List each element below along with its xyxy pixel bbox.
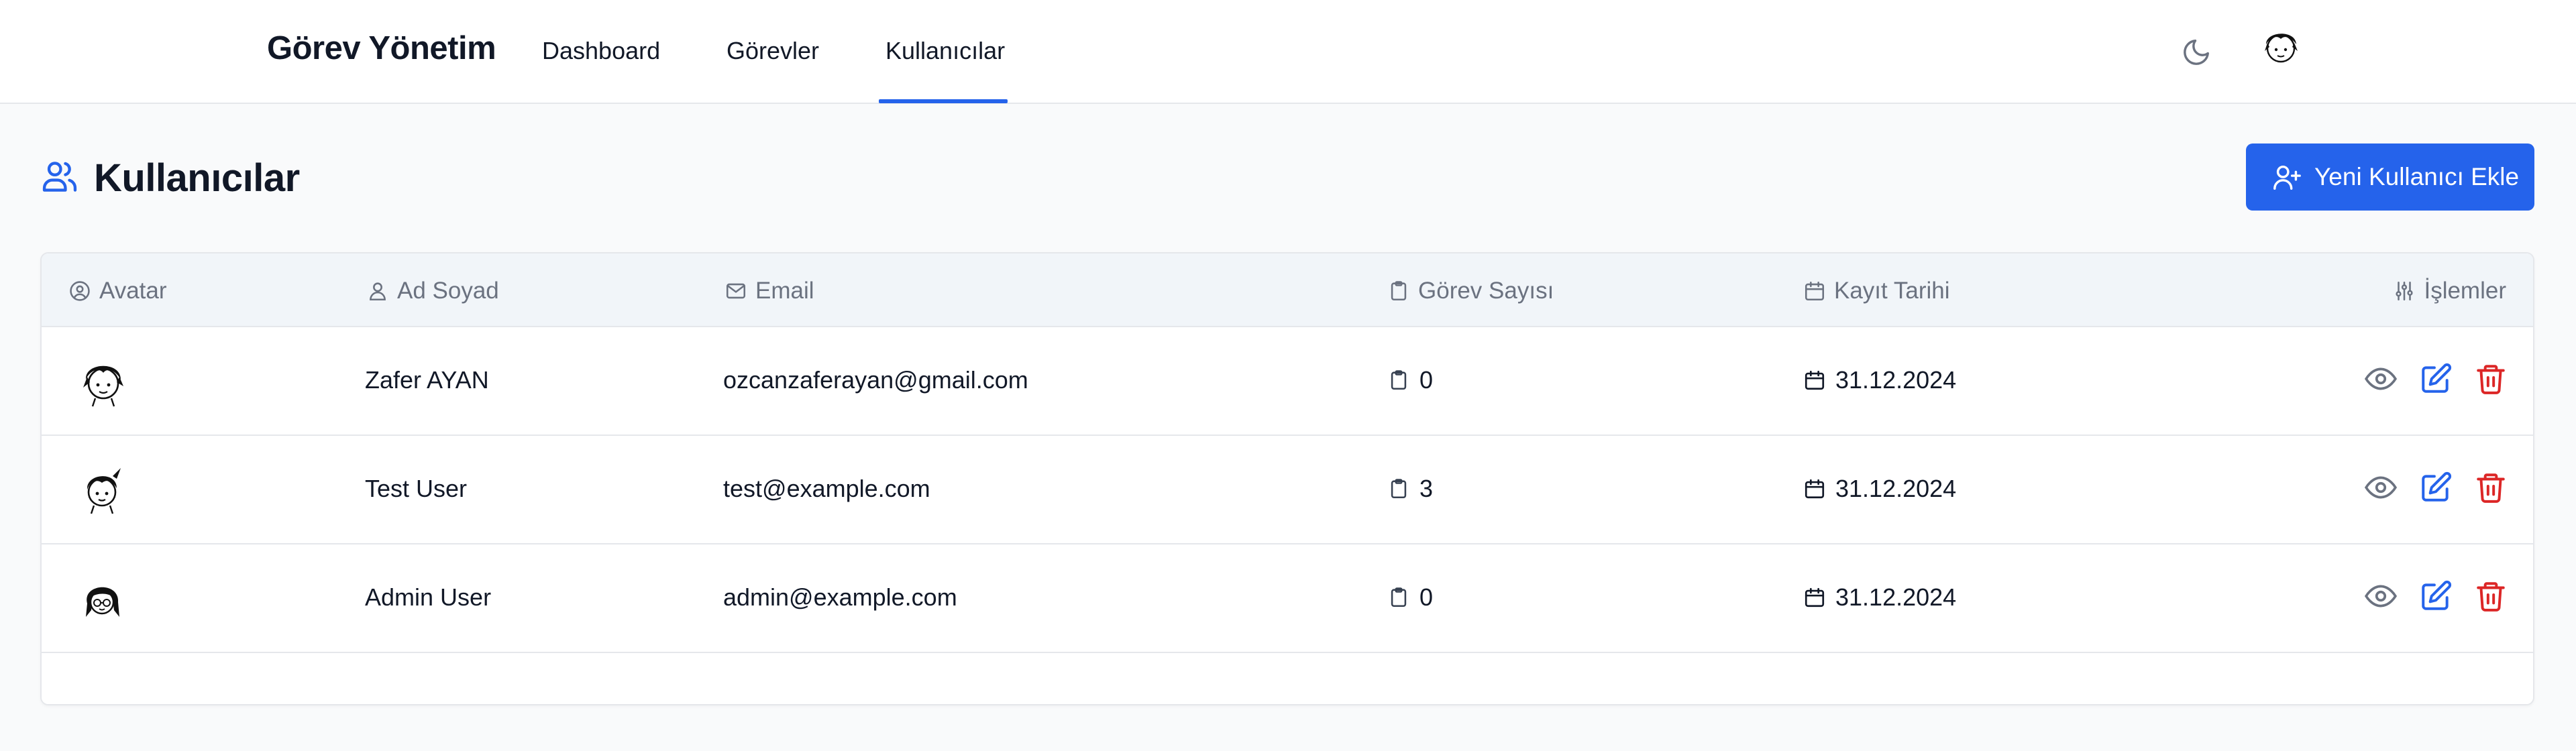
calendar-icon xyxy=(1805,587,1825,608)
task-count: 0 xyxy=(1387,583,1433,612)
clipboard-icon xyxy=(1391,587,1407,608)
calendar-icon xyxy=(1805,370,1825,390)
edit-icon xyxy=(2422,471,2452,502)
created-date-value: 31.12.2024 xyxy=(1835,366,1957,394)
user-avatar xyxy=(86,587,119,617)
table-header: Avatar Ad Soyad Email Görev Sayısı Kayıt… xyxy=(42,253,2533,326)
view-button[interactable] xyxy=(2363,578,2399,614)
task-count-value: 0 xyxy=(1419,583,1434,611)
created-date-value: 31.12.2024 xyxy=(1835,475,1957,502)
mail-icon xyxy=(726,283,746,299)
user-name: Admin User xyxy=(365,583,492,611)
column-header-task-count-label: Görev Sayısı xyxy=(1418,278,1554,304)
task-count-value: 3 xyxy=(1419,475,1434,502)
profile-avatar[interactable] xyxy=(2258,24,2304,70)
delete-button[interactable] xyxy=(2473,361,2509,397)
user-name: Test User xyxy=(365,475,468,502)
column-header-created: Kayıt Tarihi xyxy=(1803,278,1950,304)
edit-icon xyxy=(2422,580,2452,610)
eye-icon xyxy=(2364,585,2398,608)
table-row: Zafer AYAN ozcanzaferayan@gmail.com 0 31… xyxy=(42,326,2533,435)
calendar-icon xyxy=(1805,281,1825,301)
nav-tasks[interactable]: Görevler xyxy=(727,37,819,65)
calendar-icon xyxy=(1805,479,1825,499)
user-name: Zafer AYAN xyxy=(365,366,489,394)
clipboard-icon xyxy=(1391,370,1407,390)
delete-button[interactable] xyxy=(2473,578,2509,614)
top-navbar: Görev Yönetim Dashboard Görevler Kullanı… xyxy=(0,0,2576,104)
users-icon xyxy=(42,162,77,192)
user-circle-icon xyxy=(70,281,90,301)
sliders-icon xyxy=(2396,281,2414,301)
user-email: ozcanzaferayan@gmail.com xyxy=(723,366,1028,394)
column-header-email-label: Email xyxy=(755,278,814,304)
column-header-task-count: Görev Sayısı xyxy=(1387,278,1554,304)
trash-icon xyxy=(2477,473,2505,503)
row-actions xyxy=(2363,361,2509,397)
edit-button[interactable] xyxy=(2418,469,2454,506)
clipboard-icon xyxy=(1391,281,1407,301)
active-nav-indicator xyxy=(879,99,1008,103)
theme-toggle-button[interactable] xyxy=(2178,34,2215,71)
view-button[interactable] xyxy=(2363,469,2399,506)
app-brand[interactable]: Görev Yönetim xyxy=(267,30,496,67)
edit-icon xyxy=(2422,363,2452,393)
eye-icon xyxy=(2364,367,2398,390)
table-footer xyxy=(42,652,2533,704)
user-plus-icon xyxy=(2273,165,2301,190)
user-email: test@example.com xyxy=(723,475,930,502)
created-date: 31.12.2024 xyxy=(1803,475,1956,503)
column-header-avatar: Avatar xyxy=(68,278,167,304)
view-button[interactable] xyxy=(2363,361,2399,397)
column-header-name-label: Ad Soyad xyxy=(397,278,499,304)
column-header-email: Email xyxy=(724,278,814,304)
trash-icon xyxy=(2477,582,2505,612)
nav-users[interactable]: Kullanıcılar xyxy=(885,37,1005,65)
edit-button[interactable] xyxy=(2418,578,2454,614)
page-title: Kullanıcılar xyxy=(94,156,300,200)
table-row: Test User test@example.com 3 31.12.2024 xyxy=(42,435,2533,543)
row-actions xyxy=(2363,469,2509,506)
users-table: Avatar Ad Soyad Email Görev Sayısı Kayıt… xyxy=(40,252,2534,705)
table-row: Admin User admin@example.com 0 31.12.202… xyxy=(42,543,2533,652)
clipboard-icon xyxy=(1391,479,1407,499)
row-actions xyxy=(2363,578,2509,614)
moon-icon xyxy=(2184,40,2209,65)
created-date: 31.12.2024 xyxy=(1803,583,1956,612)
eye-icon xyxy=(2364,476,2398,499)
column-header-actions-label: İşlemler xyxy=(2424,278,2506,304)
column-header-name: Ad Soyad xyxy=(366,278,499,304)
add-user-button[interactable]: Yeni Kullanıcı Ekle xyxy=(2246,143,2534,211)
nav-dashboard[interactable]: Dashboard xyxy=(542,37,660,65)
trash-icon xyxy=(2477,365,2505,394)
created-date: 31.12.2024 xyxy=(1803,366,1956,394)
user-avatar xyxy=(83,365,123,407)
task-count: 0 xyxy=(1387,366,1433,394)
task-count-value: 0 xyxy=(1419,366,1434,394)
delete-button[interactable] xyxy=(2473,469,2509,506)
user-avatar xyxy=(87,468,121,514)
column-header-avatar-label: Avatar xyxy=(99,278,167,304)
edit-button[interactable] xyxy=(2418,361,2454,397)
column-header-created-label: Kayıt Tarihi xyxy=(1834,278,1950,304)
column-header-actions: İşlemler xyxy=(2393,278,2506,304)
add-user-button-label: Yeni Kullanıcı Ekle xyxy=(2314,163,2520,190)
user-email: admin@example.com xyxy=(723,583,957,611)
created-date-value: 31.12.2024 xyxy=(1835,583,1957,611)
task-count: 3 xyxy=(1387,475,1433,503)
user-icon xyxy=(370,282,386,301)
